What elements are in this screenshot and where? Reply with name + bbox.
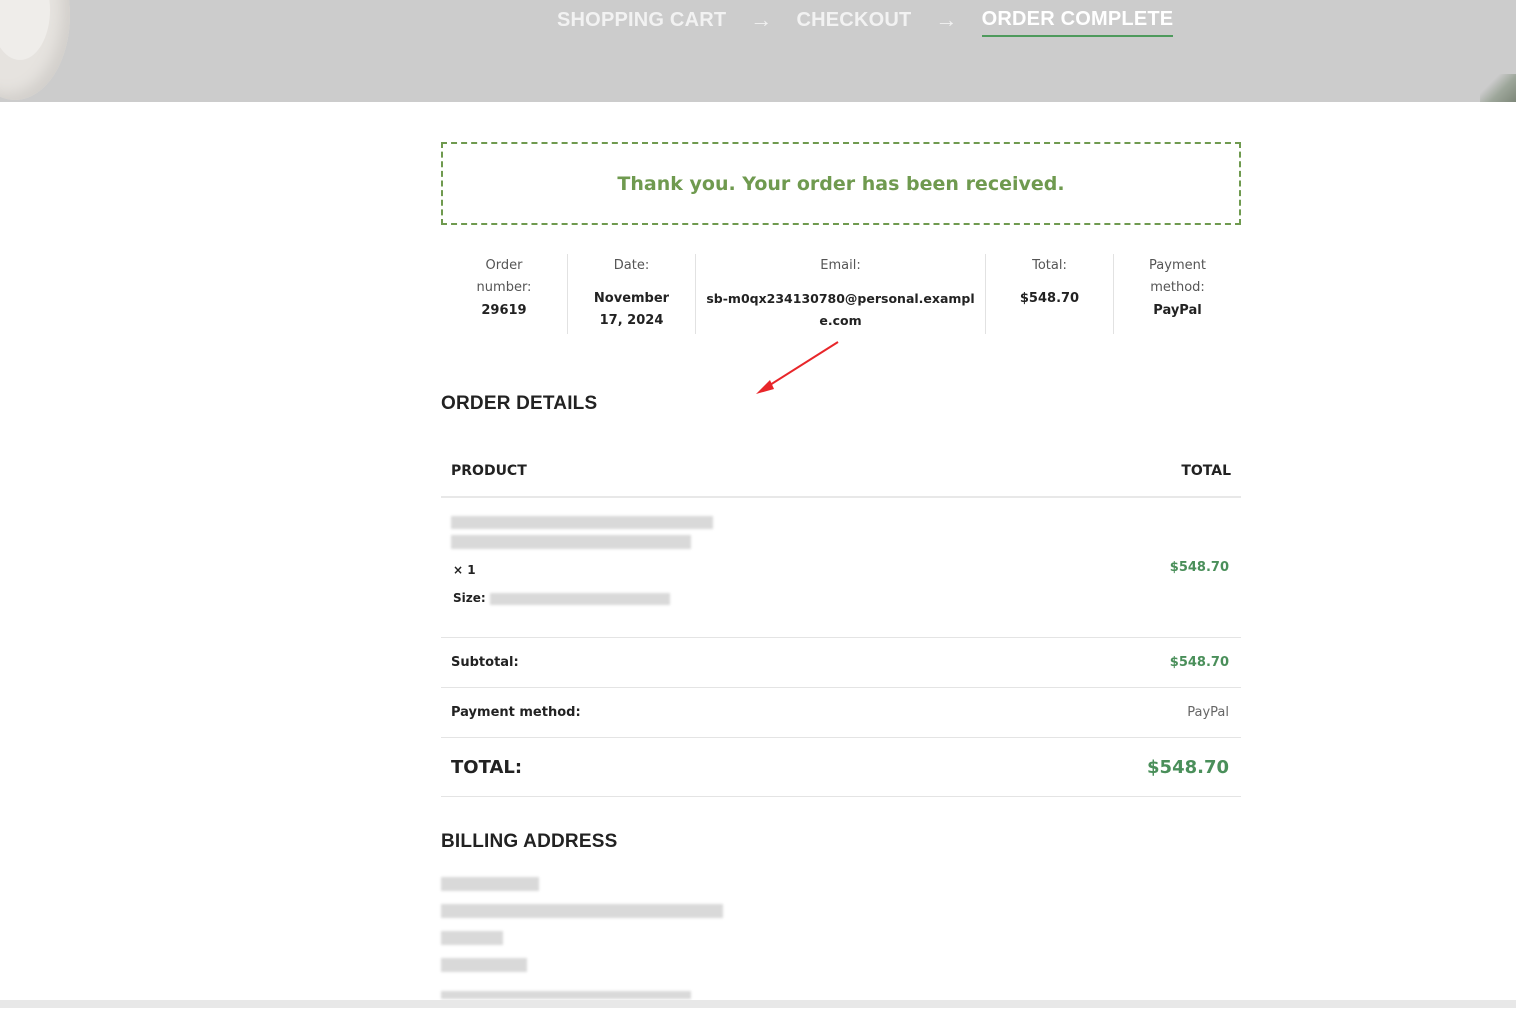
product-size: Size:	[453, 591, 1015, 605]
overview-label: Total:	[1032, 258, 1067, 273]
overview-payment-method: Payment method: PayPal	[1114, 254, 1241, 334]
overview-value: sb-m0qx234130780@personal.example.com	[706, 291, 975, 328]
overview-total: Total: $548.70	[986, 254, 1114, 334]
product-price: $548.70	[1026, 497, 1241, 638]
payment-method-label: Payment method:	[441, 687, 1027, 738]
overview-label: Date:	[613, 258, 650, 273]
overview-order-number: Order number: 29619	[441, 254, 568, 334]
arrow-right-icon: →	[935, 6, 958, 32]
order-overview: Order number: 29619 Date: November 17, 2…	[441, 254, 1241, 334]
annotation-arrow-icon	[756, 341, 839, 394]
step-shopping-cart[interactable]: SHOPPING CART	[557, 9, 726, 36]
horizontal-scrollbar[interactable]	[0, 1000, 1516, 1008]
billing-address-title: BILLING ADDRESS	[441, 831, 618, 852]
overview-value: $548.70	[1019, 291, 1080, 306]
overview-label: Email:	[820, 258, 861, 273]
overview-email: Email: sb-m0qx234130780@personal.example…	[696, 254, 986, 334]
step-checkout[interactable]: CHECKOUT	[796, 9, 911, 36]
size-label: Size:	[453, 591, 486, 605]
order-received-notice: Thank you. Your order has been received.	[441, 142, 1241, 225]
payment-method-value: PayPal	[1026, 687, 1241, 738]
overview-label: Payment method:	[1149, 258, 1206, 295]
subtotal-label: Subtotal:	[441, 637, 1027, 688]
table-row: TOTAL: $548.70	[441, 737, 1241, 797]
subtotal-value: $548.70	[1026, 637, 1241, 688]
column-header-product: PRODUCT	[441, 446, 1027, 498]
overview-value: 29619	[481, 303, 527, 318]
overview-date: Date: November 17, 2024	[568, 254, 696, 334]
step-order-complete: ORDER COMPLETE	[981, 8, 1174, 37]
total-value: $548.70	[1026, 737, 1241, 797]
overview-value: November 17, 2024	[593, 291, 670, 328]
table-row: × 1 Size: $548.70	[441, 497, 1241, 638]
checkout-steps: SHOPPING CART → CHECKOUT → ORDER COMPLET…	[557, 6, 1174, 37]
arrow-right-icon: →	[750, 6, 773, 32]
order-received-content: Thank you. Your order has been received.…	[441, 142, 1241, 999]
table-row: Payment method: PayPal	[441, 687, 1241, 738]
overview-label: Order number:	[476, 258, 532, 295]
overview-value: PayPal	[1153, 303, 1202, 318]
total-label: TOTAL:	[441, 737, 1027, 797]
product-cell: × 1 Size:	[441, 497, 1027, 638]
order-details-table: PRODUCT TOTAL × 1 Size: $548.70 Subtotal…	[441, 446, 1241, 797]
order-details-title: ORDER DETAILS	[441, 393, 598, 414]
page-header-banner: SHOPPING CART → CHECKOUT → ORDER COMPLET…	[0, 0, 1516, 102]
product-name-redacted[interactable]	[451, 516, 1015, 553]
decorative-image-left	[0, 0, 70, 100]
table-header-row: PRODUCT TOTAL	[441, 446, 1241, 498]
table-row: Subtotal: $548.70	[441, 637, 1241, 688]
size-value-redacted	[489, 592, 670, 605]
product-quantity: × 1	[453, 563, 476, 577]
column-header-total: TOTAL	[1026, 446, 1241, 498]
billing-address-redacted	[441, 876, 723, 1011]
decorative-image-right	[1480, 74, 1516, 102]
